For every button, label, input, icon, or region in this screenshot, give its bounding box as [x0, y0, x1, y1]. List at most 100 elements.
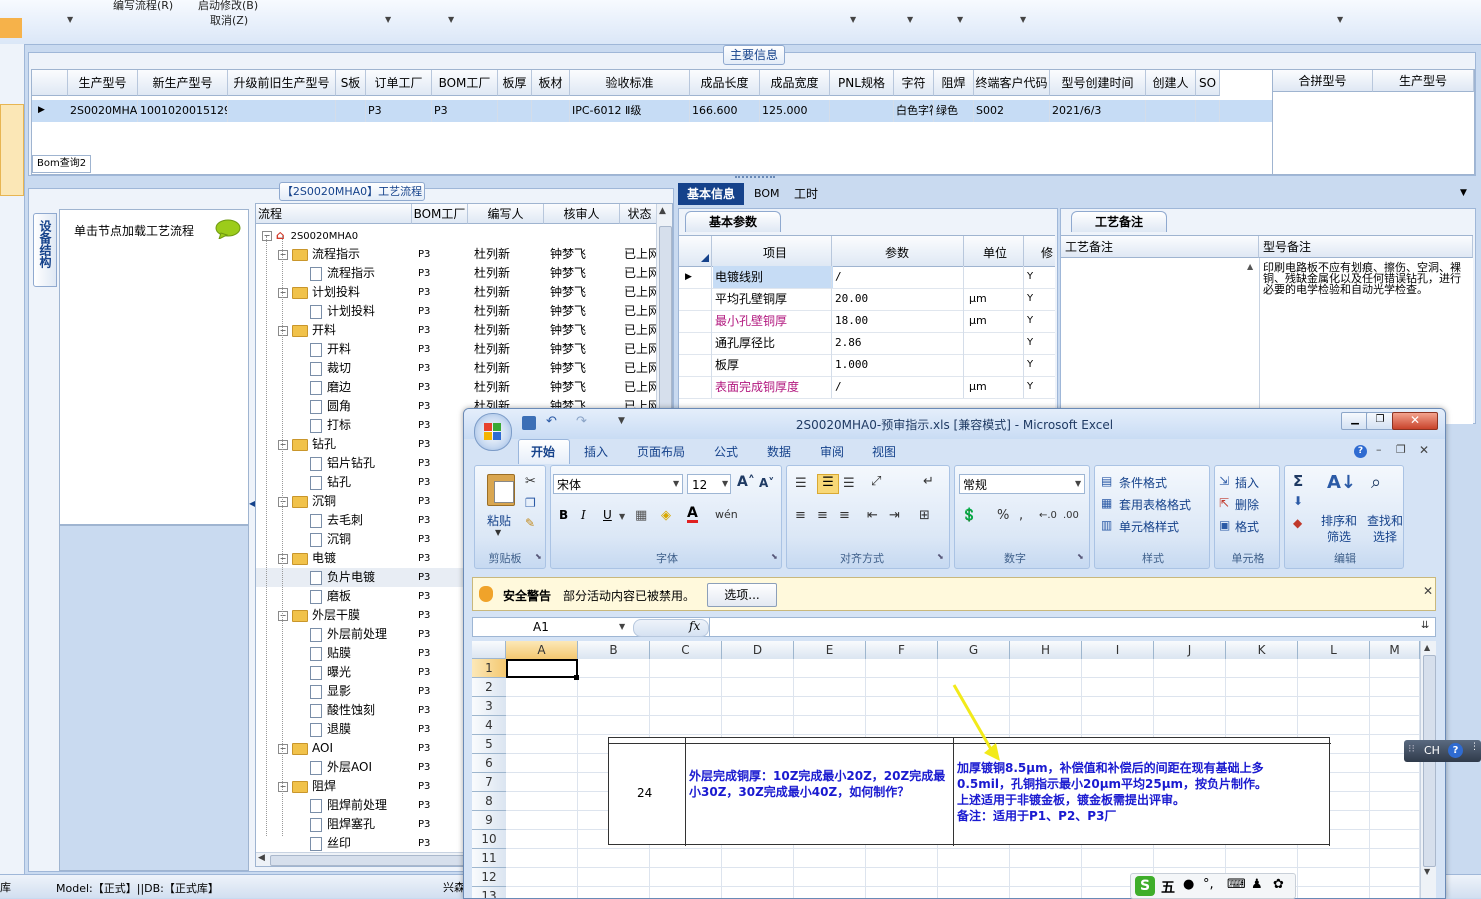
bom-query-tab[interactable]: Bom查询2 [32, 155, 92, 173]
fill-color-icon[interactable]: ◈ [661, 508, 671, 523]
conditional-format-button[interactable]: 条件格式 [1119, 474, 1167, 491]
param-row[interactable]: 平均孔壁铜厚 20.00 μm Y [679, 288, 1055, 311]
dropdown-icon[interactable]: ▼ [385, 15, 391, 24]
tree-row[interactable]: − 开料 P3 杜列新 钟梦飞 已上网 [256, 321, 660, 340]
column-header[interactable]: L [1298, 641, 1370, 659]
ime-skin-icon[interactable]: ✿ [1273, 877, 1284, 892]
ribbon-minimize-icon[interactable]: – [1376, 443, 1382, 456]
column-header[interactable]: 型号创建时间 [1050, 70, 1146, 96]
sogou-logo-icon[interactable]: S [1135, 876, 1155, 896]
row-header[interactable]: 10 [472, 830, 506, 849]
column-header[interactable]: 成品宽度 [760, 70, 830, 96]
column-header[interactable]: E [794, 641, 866, 659]
row-header[interactable]: 11 [472, 849, 506, 868]
find-select-button[interactable]: 查找和 [1367, 512, 1403, 529]
ime-options-icon[interactable]: ⋮ [1470, 742, 1479, 752]
tab-work-hours[interactable]: 工时 [794, 183, 818, 205]
column-header[interactable]: 成品长度 [690, 70, 760, 96]
sort-filter-icon[interactable]: A↓ [1327, 472, 1356, 493]
param-flag[interactable]: Y [1027, 354, 1033, 376]
collapse-icon[interactable]: − [278, 325, 288, 336]
align-center-icon[interactable]: ≡ [817, 508, 828, 523]
collapse-icon[interactable]: − [278, 496, 288, 507]
tree-column-header[interactable]: 流程 [256, 204, 412, 224]
align-middle-icon[interactable]: ☰ [817, 474, 839, 494]
sort-filter-button-2[interactable]: 筛选 [1327, 528, 1351, 545]
insert-function-icon[interactable]: fx [689, 619, 700, 633]
row-header[interactable]: 2 [472, 678, 506, 697]
cell-styles-icon[interactable]: ▥ [1101, 518, 1112, 532]
dropdown-icon[interactable]: ▼ [1337, 15, 1343, 24]
row-header[interactable]: 5 [472, 735, 506, 754]
left-edge-tab[interactable] [0, 104, 24, 196]
format-as-table-button[interactable]: 套用表格格式 [1119, 496, 1191, 513]
tree-column-header[interactable]: BOM工厂 [412, 204, 468, 224]
device-structure-tab[interactable]: 设备结构 [33, 213, 57, 287]
table-cell[interactable] [498, 100, 532, 122]
security-close-icon[interactable]: ✕ [1423, 584, 1433, 598]
row-header[interactable]: 1 [472, 659, 506, 678]
header-item[interactable]: 项目 [763, 244, 787, 261]
param-flag[interactable]: Y [1027, 332, 1033, 354]
number-format-dropdown-icon[interactable]: ▼ [1075, 479, 1081, 488]
input-method-toolbar[interactable]: S 五 ● °, ⌨ ♟ ✿ [1130, 873, 1296, 899]
param-flag[interactable]: Y [1027, 376, 1033, 398]
param-row[interactable]: 最小孔壁铜厚 18.00 μm Y [679, 310, 1055, 333]
table-cell[interactable]: 125.000 [760, 100, 830, 122]
format-painter-icon[interactable]: ✎ [525, 516, 535, 530]
column-header[interactable]: M [1370, 641, 1420, 659]
merge-production-model-header[interactable]: 生产型号 [1373, 70, 1474, 92]
bold-button[interactable]: B [559, 508, 568, 522]
column-header[interactable]: H [1010, 641, 1082, 659]
tree-row[interactable]: − 计划投料 P3 杜列新 钟梦飞 已上网 [256, 283, 660, 302]
table-cell[interactable]: 2021/6/3 [1050, 100, 1146, 122]
table-cell[interactable] [1196, 100, 1220, 122]
increase-indent-icon[interactable]: ⇥ [889, 508, 900, 523]
paste-icon[interactable] [487, 474, 515, 506]
sort-filter-button[interactable]: 排序和 [1321, 512, 1357, 529]
orientation-icon[interactable]: ⤢ [871, 474, 881, 489]
tree-column-header[interactable]: 编写人 [468, 204, 544, 224]
row-header[interactable]: 9 [472, 811, 506, 830]
collapse-icon[interactable]: − [278, 439, 288, 450]
column-header[interactable]: 订单工厂 [366, 70, 432, 96]
dialog-launcher-icon[interactable]: ⬊ [937, 552, 944, 561]
row-header[interactable]: 12 [472, 868, 506, 887]
param-flag[interactable]: Y [1027, 310, 1033, 332]
column-header[interactable]: 终端客户代码 [974, 70, 1050, 96]
font-color-icon[interactable]: A [687, 506, 698, 523]
ribbon-tab-view[interactable]: 视图 [864, 441, 904, 463]
currency-icon[interactable]: 💲 [961, 508, 977, 523]
column-header[interactable]: 升级前旧生产型号 [228, 70, 336, 96]
delete-cells-button[interactable]: 删除 [1235, 496, 1259, 513]
row-header[interactable]: 3 [472, 697, 506, 716]
header-parameter[interactable]: 参数 [885, 244, 909, 261]
column-header[interactable]: D [722, 641, 794, 659]
fill-handle[interactable] [574, 675, 579, 680]
left-orange-tab[interactable] [0, 18, 22, 38]
ribbon-tab-review[interactable]: 审阅 [812, 441, 852, 463]
param-row[interactable]: 通孔厚径比 2.86 Y [679, 332, 1055, 355]
ime-fullwidth-icon[interactable]: ● [1183, 877, 1194, 892]
format-cells-button[interactable]: 格式 [1235, 518, 1259, 535]
ime-punctuation-icon[interactable]: °, [1203, 877, 1214, 892]
copy-icon[interactable]: ❐ [525, 496, 536, 510]
column-header[interactable]: S板 [336, 70, 366, 96]
increase-decimal-icon[interactable]: ←.0 [1039, 510, 1057, 521]
shrink-font-icon[interactable]: A˅ [759, 476, 774, 490]
tab-basic-info[interactable]: 基本信息 [678, 183, 744, 205]
panel-menu-icon[interactable]: ▼ [1460, 188, 1467, 198]
maximize-button[interactable]: ❐ [1366, 412, 1394, 430]
conditional-format-icon[interactable]: ▤ [1101, 474, 1112, 488]
borders-icon[interactable]: ▦ [635, 508, 647, 523]
row-header[interactable]: 13 [472, 887, 506, 898]
cut-icon[interactable]: ✂ [525, 474, 536, 489]
ime-language-bar[interactable]: ⁝⁝ CH ? ⋮ [1404, 740, 1481, 762]
delete-cells-icon[interactable]: ⇱ [1219, 496, 1229, 510]
help-icon[interactable]: ? [1354, 445, 1367, 458]
column-header[interactable]: 创建人 [1146, 70, 1196, 96]
minimize-button[interactable]: ▁ [1341, 412, 1369, 430]
param-row[interactable]: 板厚 1.000 Y [679, 354, 1055, 377]
sheet-vertical-scrollbar[interactable]: ▲ ▼ [1420, 641, 1436, 898]
collapse-icon[interactable]: − [278, 610, 288, 621]
